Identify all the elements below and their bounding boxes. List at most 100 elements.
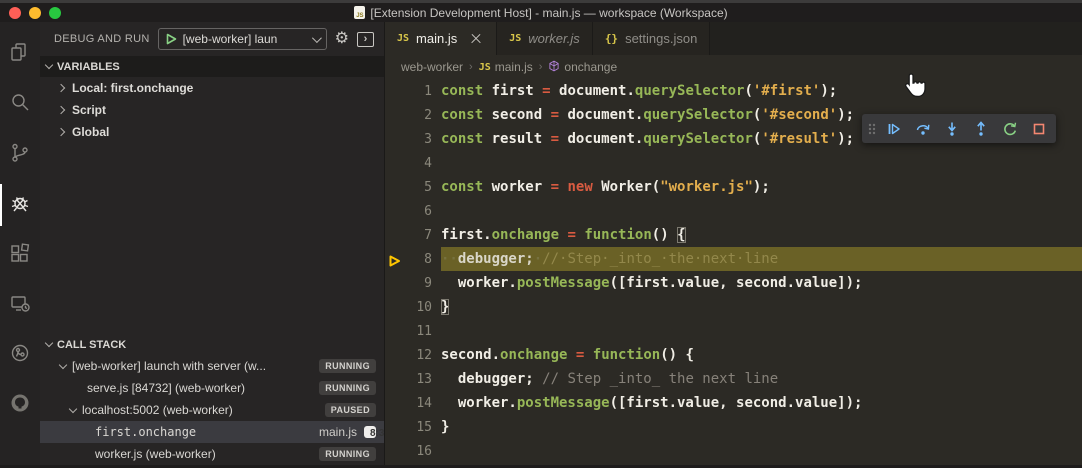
line-number: 10: [416, 300, 432, 315]
gutter[interactable]: 15: [385, 415, 441, 439]
tab-worker-js[interactable]: JS worker.js: [497, 22, 593, 55]
callstack-session-localhost[interactable]: localhost:5002 (web-worker) PAUSED: [40, 399, 384, 421]
status-badge: RUNNING: [319, 447, 376, 461]
gutter[interactable]: 8: [385, 247, 441, 271]
code-line[interactable]: 8 ··debugger;·//·Step·_into_·the·next·lin…: [385, 247, 1082, 271]
code-line-text[interactable]: const first = document.querySelector('#f…: [441, 79, 1082, 103]
breadcrumb-symbol[interactable]: onchange: [548, 60, 617, 75]
code-line[interactable]: 14 worker.postMessage([first.value, seco…: [385, 391, 1082, 415]
code-line-text[interactable]: [441, 319, 1082, 343]
gutter[interactable]: 5: [385, 175, 441, 199]
gutter[interactable]: 3: [385, 127, 441, 151]
gutter[interactable]: 11: [385, 319, 441, 343]
code-editor[interactable]: 1const first = document.querySelector('#…: [385, 79, 1082, 465]
call-stack-section-header[interactable]: CALL STACK: [40, 334, 384, 355]
continue-button[interactable]: [879, 114, 908, 143]
js-file-icon: JS: [354, 6, 365, 19]
launch-config-dropdown[interactable]: [web-worker] laun: [158, 28, 327, 50]
github-icon: [8, 391, 32, 420]
code-line[interactable]: 17worker.onmessage = function(e) {: [385, 463, 1082, 465]
code-line[interactable]: 6: [385, 199, 1082, 223]
gutter[interactable]: 16: [385, 439, 441, 463]
sidebar-item-remote-explorer[interactable]: [0, 280, 40, 330]
sidebar-item-extensions[interactable]: [0, 230, 40, 280]
code-line[interactable]: 11: [385, 319, 1082, 343]
session-label: serve.js [84732] (web-worker): [87, 381, 245, 395]
variables-section-header[interactable]: VARIABLES: [40, 56, 384, 77]
gutter[interactable]: 12: [385, 343, 441, 367]
code-line[interactable]: 10}: [385, 295, 1082, 319]
code-line-text[interactable]: ··debugger;·//·Step·_into_·the·next·line: [441, 247, 1082, 271]
sidebar-item-live-share[interactable]: [0, 330, 40, 380]
sidebar-item-source-control[interactable]: [0, 130, 40, 180]
line-number: 8: [424, 252, 432, 267]
toolbar-drag-handle[interactable]: [865, 121, 879, 137]
step-out-button[interactable]: [966, 114, 995, 143]
code-line[interactable]: 5 const worker = new Worker("worker.js");: [385, 175, 1082, 199]
breadcrumb-folder[interactable]: web-worker: [401, 60, 463, 74]
code-line[interactable]: 1const first = document.querySelector('#…: [385, 79, 1082, 103]
variables-scope-local[interactable]: Local: first.onchange: [40, 77, 384, 99]
gutter[interactable]: 1: [385, 79, 441, 103]
start-debugging-icon[interactable]: [166, 33, 177, 45]
code-line[interactable]: 9 worker.postMessage([first.value, secon…: [385, 271, 1082, 295]
code-line-text[interactable]: second.onchange = function() {: [441, 343, 1082, 367]
gutter[interactable]: 7: [385, 223, 441, 247]
debug-console-icon[interactable]: ›: [357, 32, 374, 47]
gutter[interactable]: 13: [385, 367, 441, 391]
code-line-text[interactable]: const worker = new Worker("worker.js");: [441, 175, 1082, 199]
gear-icon[interactable]: ⚙: [335, 31, 349, 47]
breadcrumb-file[interactable]: JS main.js: [479, 60, 533, 74]
variables-scope-script[interactable]: Script: [40, 99, 384, 121]
tab-main-js[interactable]: JS main.js: [385, 22, 497, 55]
gutter[interactable]: 9: [385, 271, 441, 295]
code-line[interactable]: 15}: [385, 415, 1082, 439]
code-line-text[interactable]: [441, 151, 1082, 175]
code-line-text[interactable]: debugger; // Step _into_ the next line: [441, 367, 1082, 391]
gutter[interactable]: 2: [385, 103, 441, 127]
gutter[interactable]: 6: [385, 199, 441, 223]
sidebar-item-search[interactable]: [0, 80, 40, 130]
callstack-session-launch[interactable]: [web-worker] launch with server (w... RU…: [40, 355, 384, 377]
breadcrumb: web-worker › JS main.js › onchange: [385, 55, 1082, 79]
code-line[interactable]: 4: [385, 151, 1082, 175]
variables-scope-global[interactable]: Global: [40, 121, 384, 143]
code-line[interactable]: 12 second.onchange = function() {: [385, 343, 1082, 367]
sidebar-item-github[interactable]: [0, 380, 40, 430]
sidebar-item-run-and-debug[interactable]: [0, 180, 40, 230]
code-line[interactable]: 16: [385, 439, 1082, 463]
code-line-text[interactable]: first.onchange = function() {: [441, 223, 1082, 247]
step-over-button[interactable]: [908, 114, 937, 143]
stop-button[interactable]: [1024, 114, 1053, 143]
step-into-button[interactable]: [937, 114, 966, 143]
sidebar-item-explorer[interactable]: [0, 30, 40, 80]
session-label: localhost:5002 (web-worker): [82, 403, 233, 417]
gutter[interactable]: 17: [385, 463, 441, 465]
vscode-window: JS [Extension Development Host] - main.j…: [0, 0, 1082, 468]
code-line[interactable]: 7first.onchange = function() {: [385, 223, 1082, 247]
code-line-text[interactable]: }: [441, 295, 1082, 319]
line-number: 2: [424, 108, 432, 123]
line-number: 12: [416, 348, 432, 363]
code-line-text[interactable]: worker.postMessage([first.value, second.…: [441, 391, 1082, 415]
callstack-session-worker[interactable]: worker.js (web-worker) RUNNING: [40, 443, 384, 465]
code-line-text[interactable]: worker.onmessage = function(e) {: [441, 463, 1082, 465]
restart-button[interactable]: [995, 114, 1024, 143]
code-line-text[interactable]: }: [441, 415, 1082, 439]
frame-label: first.onchange: [95, 425, 196, 439]
live-share-icon: [8, 341, 32, 370]
code-line-text[interactable]: [441, 439, 1082, 463]
code-line-text[interactable]: worker.postMessage([first.value, second.…: [441, 271, 1082, 295]
line-number: 5: [424, 180, 432, 195]
status-badge: RUNNING: [319, 359, 376, 373]
code-line-text[interactable]: [441, 199, 1082, 223]
gutter[interactable]: 14: [385, 391, 441, 415]
code-line[interactable]: 13 debugger; // Step _into_ the next lin…: [385, 367, 1082, 391]
tab-settings-json[interactable]: {} settings.json: [593, 22, 711, 55]
gutter[interactable]: 4: [385, 151, 441, 175]
close-icon[interactable]: [468, 31, 484, 47]
callstack-frame-first-onchange[interactable]: first.onchange main.js 8:3: [40, 421, 384, 443]
session-label: worker.js (web-worker): [95, 447, 216, 461]
gutter[interactable]: 10: [385, 295, 441, 319]
callstack-session-serve[interactable]: serve.js [84732] (web-worker) RUNNING: [40, 377, 384, 399]
